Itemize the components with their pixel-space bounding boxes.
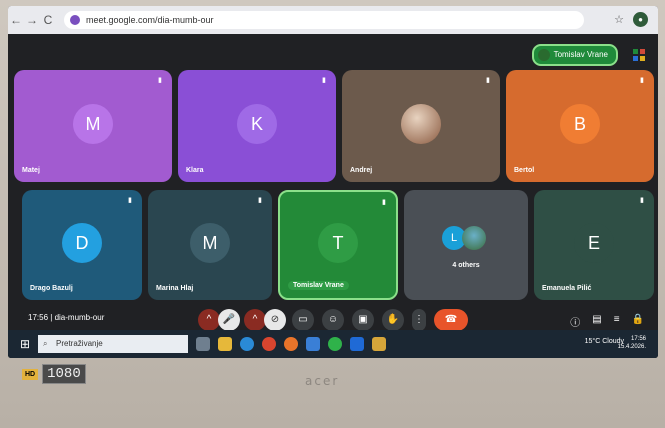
participant-name: Klara: [186, 167, 204, 174]
site-icon: [70, 15, 80, 25]
mic-muted-icon: ▮: [486, 77, 490, 84]
layout-grid-icon[interactable]: [632, 48, 646, 62]
video-options-button[interactable]: ^: [244, 309, 266, 331]
address-bar[interactable]: meet.google.com/dia-mumb-our: [64, 11, 584, 29]
mail-icon[interactable]: [306, 337, 320, 351]
search-placeholder: Pretraživanje: [56, 339, 103, 348]
participant-avatar: M: [190, 223, 230, 263]
edge-icon[interactable]: [240, 337, 254, 351]
participant-tile[interactable]: M Matej ▮: [14, 70, 172, 182]
laptop-brand-logo: acer: [305, 374, 340, 388]
hd-sticker: HD 1080: [22, 364, 86, 384]
participant-avatar: B: [560, 104, 600, 144]
browser-chrome: ← → C meet.google.com/dia-mumb-our ☆ ●: [8, 6, 658, 34]
laptop-photo: ← → C meet.google.com/dia-mumb-our ☆ ● T…: [0, 0, 665, 428]
participant-tile[interactable]: K Klara ▮: [178, 70, 336, 182]
mic-muted-icon: ▮: [382, 199, 386, 206]
windows-start-icon[interactable]: ⊞: [20, 337, 30, 351]
more-options-icon[interactable]: ⋮: [412, 309, 426, 331]
taskbar-clock[interactable]: 17:56 15.4.2026.: [618, 335, 646, 351]
presenter-chip-label: Tomislav Vrane: [553, 50, 608, 59]
mic-muted-icon: ▮: [258, 197, 262, 204]
task-view-icon[interactable]: [196, 337, 210, 351]
end-call-button[interactable]: ☎: [434, 309, 468, 331]
clock-date: 15.4.2026.: [617, 344, 646, 350]
captions-icon[interactable]: ▭: [292, 309, 314, 331]
camera-off-icon[interactable]: ⊘: [264, 309, 286, 331]
side-panel-icons: ⓘ ▤ ≡ 🔒: [570, 314, 644, 329]
mic-muted-icon: ▮: [640, 77, 644, 84]
lock-icon[interactable]: 🔒: [632, 314, 644, 329]
participant-tile[interactable]: D Drago Bazulj ▮: [22, 190, 142, 300]
raise-hand-icon[interactable]: ✋: [382, 309, 404, 331]
forward-icon[interactable]: →: [24, 13, 40, 27]
mic-muted-icon: ▮: [640, 197, 644, 204]
activities-icon[interactable]: ≡: [614, 314, 620, 329]
participant-avatar: K: [237, 104, 277, 144]
participant-avatar: D: [62, 223, 102, 263]
resolution-label: 1080: [42, 364, 86, 384]
participant-name: Drago Bazulj: [30, 285, 73, 292]
audio-options-button[interactable]: ^: [198, 309, 220, 331]
participant-tile[interactable]: M Marina Hlaj ▮: [148, 190, 272, 300]
back-icon[interactable]: ←: [8, 13, 24, 27]
hd-label: HD: [22, 368, 39, 380]
participant-avatar: [401, 104, 441, 144]
meeting-info: 17:56 | dia-mumb-our: [28, 313, 105, 322]
participant-name: Tomislav Vrane: [288, 281, 349, 290]
avatar: [537, 49, 550, 61]
participant-avatar: M: [73, 104, 113, 144]
participant-name: Marina Hlaj: [156, 285, 194, 292]
participant-avatar: T: [318, 223, 358, 263]
profile-avatar-icon[interactable]: ●: [633, 12, 648, 27]
mic-off-icon[interactable]: 🎤: [218, 309, 240, 331]
present-icon[interactable]: ▣: [352, 309, 374, 331]
photos-icon[interactable]: [372, 337, 386, 351]
outlook-icon[interactable]: [350, 337, 364, 351]
bookmark-star-icon[interactable]: ☆: [614, 13, 624, 26]
meet-stage: Tomislav Vrane M Matej ▮ K Klara ▮ Andre…: [8, 34, 658, 358]
taskbar-search-input[interactable]: ⌕ Pretraživanje: [38, 335, 188, 353]
firefox-icon[interactable]: [284, 337, 298, 351]
chrome-icon[interactable]: [262, 337, 276, 351]
meeting-time: 17:56: [28, 313, 49, 322]
file-explorer-icon[interactable]: [218, 337, 232, 351]
windows-taskbar: ⊞ ⌕ Pretraživanje 15°C Cloudy 17:56 15.4…: [8, 330, 658, 358]
mic-muted-icon: ▮: [322, 77, 326, 84]
meeting-code: dia-mumb-our: [54, 313, 105, 322]
reload-icon[interactable]: C: [40, 13, 56, 27]
mic-muted-icon: ▮: [128, 197, 132, 204]
participant-tile[interactable]: B Bertol ▮: [506, 70, 654, 182]
participant-avatar: E: [574, 223, 614, 263]
clock-time: 17:56: [630, 336, 646, 342]
emoji-icon[interactable]: ☺: [322, 309, 344, 331]
participant-tile[interactable]: Andrej ▮: [342, 70, 500, 182]
participant-name: Bertol: [514, 167, 535, 174]
participant-tile-others[interactable]: L 4 others: [404, 190, 528, 300]
mic-muted-icon: ▮: [158, 77, 162, 84]
url-text: meet.google.com/dia-mumb-our: [86, 15, 214, 25]
participant-name: Andrej: [350, 167, 373, 174]
info-icon[interactable]: ⓘ: [570, 314, 580, 329]
participant-avatar: [462, 226, 486, 250]
participant-name: Matej: [22, 167, 40, 174]
whatsapp-icon[interactable]: [328, 337, 342, 351]
participant-tile[interactable]: E Emanuela Pilić ▮: [534, 190, 654, 300]
laptop-screen: ← → C meet.google.com/dia-mumb-our ☆ ● T…: [8, 6, 658, 358]
participant-tile[interactable]: T Tomislav Vrane ▮: [278, 190, 398, 300]
chat-icon[interactable]: ▤: [592, 314, 601, 329]
participant-name: Emanuela Pilić: [542, 285, 592, 292]
others-count: 4 others: [452, 262, 480, 269]
search-icon: ⌕: [43, 339, 48, 348]
presenter-chip[interactable]: Tomislav Vrane: [531, 44, 618, 66]
